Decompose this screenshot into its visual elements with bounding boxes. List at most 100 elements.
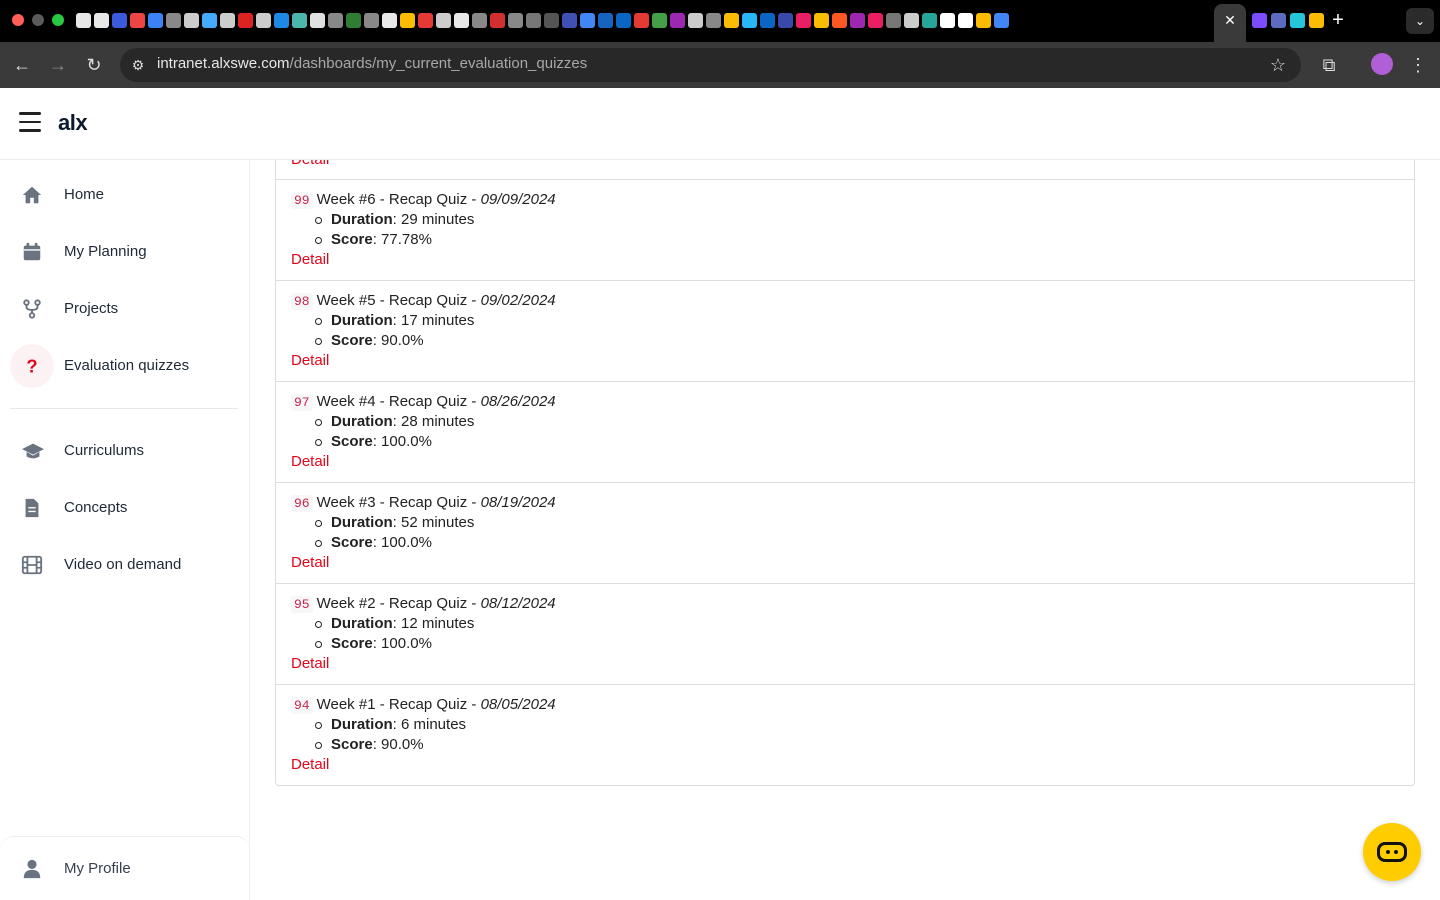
tab-favicon-icon[interactable] <box>598 13 613 28</box>
back-icon[interactable]: ← <box>10 53 34 77</box>
tab-favicon-icon[interactable] <box>130 13 145 28</box>
tab-favicon-icon[interactable] <box>526 13 541 28</box>
tab-favicon-icon[interactable] <box>1271 13 1286 28</box>
site-info-icon[interactable]: ⚙ <box>128 55 148 75</box>
tab-favicon-icon[interactable] <box>778 13 793 28</box>
tab-favicon-icon[interactable] <box>1290 13 1305 28</box>
close-window-button[interactable] <box>12 14 24 26</box>
tab-favicon-icon[interactable] <box>652 13 667 28</box>
tab-search-button[interactable]: ⌄ <box>1406 8 1434 34</box>
sidebar-item-video-on-demand[interactable]: Video on demand <box>10 540 238 590</box>
my-profile-button[interactable]: My Profile <box>0 836 250 900</box>
sidebar-item-my-planning[interactable]: My Planning <box>10 227 238 277</box>
duration-value: : 12 minutes <box>392 615 475 632</box>
tab-favicon-icon[interactable] <box>508 13 523 28</box>
tab-favicon-icon[interactable] <box>580 13 595 28</box>
tab-favicon-icon[interactable] <box>274 13 289 28</box>
sidebar-item-home[interactable]: Home <box>10 170 238 220</box>
tab-favicon-icon[interactable] <box>328 13 343 28</box>
tab-favicon-icon[interactable] <box>796 13 811 28</box>
tab-favicon-icon[interactable] <box>364 13 379 28</box>
tab-favicon-icon[interactable] <box>166 13 181 28</box>
tab-favicon-icon[interactable] <box>976 13 991 28</box>
score-label: Score <box>331 736 373 753</box>
tab-favicon-icon[interactable] <box>688 13 703 28</box>
tab-favicon-icon[interactable] <box>472 13 487 28</box>
tab-favicon-icon[interactable] <box>706 13 721 28</box>
detail-link[interactable]: Detail <box>291 251 329 269</box>
sidebar-item-label: Evaluation quizzes <box>64 357 190 374</box>
tab-favicon-icon[interactable] <box>904 13 919 28</box>
tab-favicon-icon[interactable] <box>1309 13 1324 28</box>
tab-favicon-icon[interactable] <box>310 13 325 28</box>
detail-link[interactable]: Detail <box>291 554 329 572</box>
tab-favicon-icon[interactable] <box>418 13 433 28</box>
tab-favicon-icon[interactable] <box>742 13 757 28</box>
detail-link[interactable]: Detail <box>291 352 329 370</box>
tab-favicon-icon[interactable] <box>922 13 937 28</box>
tab-favicon-icon[interactable] <box>616 13 631 28</box>
tab-favicon-icon[interactable] <box>292 13 307 28</box>
sidebar-item-concepts[interactable]: Concepts <box>10 483 238 533</box>
extensions-icon[interactable]: ⧉ <box>1317 53 1341 77</box>
duration-value: : 28 minutes <box>392 413 475 430</box>
browser-menu-icon[interactable]: ⋮ <box>1407 53 1429 77</box>
tab-favicon-icon[interactable] <box>76 13 91 28</box>
bookmark-star-icon[interactable]: ☆ <box>1266 53 1290 77</box>
tab-favicon-icon[interactable] <box>724 13 739 28</box>
tab-favicon-icon[interactable] <box>454 13 469 28</box>
detail-link[interactable]: Detail <box>291 453 329 471</box>
tab-favicon-icon[interactable] <box>760 13 775 28</box>
sidebar-item-my-profile[interactable]: My Profile <box>10 844 238 894</box>
quiz-item: 94 Week #1 - Recap Quiz - 08/05/2024 Durat… <box>276 684 1414 785</box>
tab-favicon-icon[interactable] <box>202 13 217 28</box>
maximize-window-button[interactable] <box>52 14 64 26</box>
tab-favicon-icon[interactable] <box>382 13 397 28</box>
tab-favicon-icon[interactable] <box>850 13 865 28</box>
new-tab-button[interactable]: + <box>1328 9 1348 31</box>
close-tab-icon[interactable]: ✕ <box>1222 11 1238 29</box>
sidebar-item-projects[interactable]: Projects <box>10 284 238 334</box>
sidebar-item-evaluation-quizzes[interactable]: ? Evaluation quizzes <box>10 341 238 391</box>
score-value: : 100.0% <box>372 534 432 551</box>
hamburger-menu-icon[interactable] <box>19 112 41 132</box>
minimize-window-button[interactable] <box>32 14 44 26</box>
tab-favicon-icon[interactable] <box>490 13 505 28</box>
quiz-duration: Duration: 29 minutes <box>331 211 474 229</box>
detail-link[interactable]: Detail <box>291 655 329 673</box>
tabs-right <box>1252 12 1324 28</box>
tab-favicon-icon[interactable] <box>238 13 253 28</box>
tab-favicon-icon[interactable] <box>814 13 829 28</box>
tab-favicon-icon[interactable] <box>1252 13 1267 28</box>
tab-favicon-icon[interactable] <box>670 13 685 28</box>
forward-icon[interactable]: → <box>46 53 70 77</box>
tab-favicon-icon[interactable] <box>220 13 235 28</box>
quiz-title-text: Week #6 - Recap Quiz - <box>316 191 481 208</box>
tab-favicon-icon[interactable] <box>634 13 649 28</box>
detail-link[interactable]: Detail <box>291 756 329 774</box>
tab-favicon-icon[interactable] <box>256 13 271 28</box>
tab-favicon-icon[interactable] <box>544 13 559 28</box>
tab-favicon-icon[interactable] <box>994 13 1009 28</box>
sidebar-item-curriculums[interactable]: Curriculums <box>10 426 238 476</box>
tab-favicon-icon[interactable] <box>400 13 415 28</box>
alx-logo[interactable]: alx <box>58 110 88 136</box>
chat-button[interactable] <box>1363 823 1421 881</box>
tab-favicon-icon[interactable] <box>94 13 109 28</box>
bullet-icon <box>315 338 322 345</box>
tab-favicon-icon[interactable] <box>112 13 127 28</box>
tab-favicon-icon[interactable] <box>184 13 199 28</box>
profile-avatar[interactable] <box>1371 53 1393 75</box>
tab-favicon-icon[interactable] <box>868 13 883 28</box>
tab-favicon-icon[interactable] <box>958 13 973 28</box>
reload-icon[interactable]: ↻ <box>82 53 106 77</box>
tab-favicon-icon[interactable] <box>940 13 955 28</box>
tab-favicon-icon[interactable] <box>832 13 847 28</box>
tab-favicon-icon[interactable] <box>148 13 163 28</box>
tab-favicon-icon[interactable] <box>562 13 577 28</box>
tab-favicon-icon[interactable] <box>436 13 451 28</box>
url-text[interactable]: intranet.alxswe.com/dashboards/my_curren… <box>157 54 587 74</box>
tab-favicon-icon[interactable] <box>346 13 361 28</box>
quiz-date: 09/02/2024 <box>480 292 556 309</box>
tab-favicon-icon[interactable] <box>886 13 901 28</box>
